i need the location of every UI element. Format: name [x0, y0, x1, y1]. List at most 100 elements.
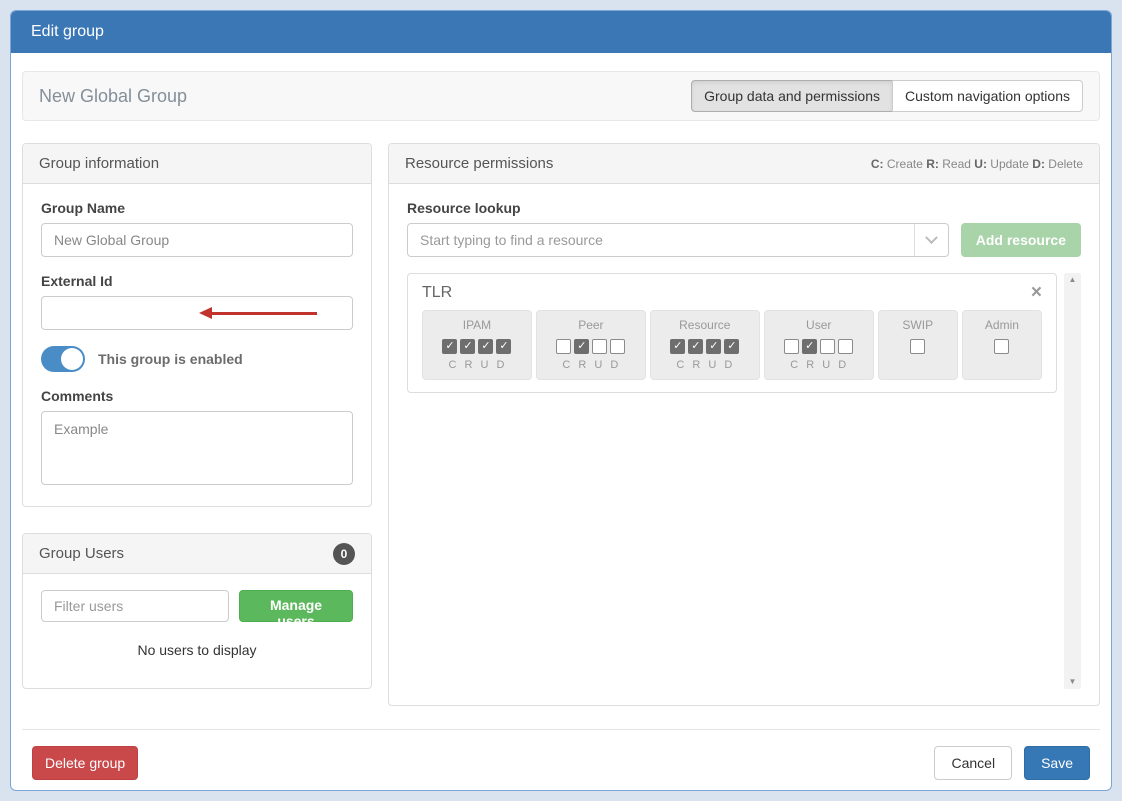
tab-group-data-and-permissions[interactable]: Group data and permissions [691, 80, 893, 112]
permission-group-title: User [806, 318, 832, 332]
resource-card-top: TLR × [422, 283, 1042, 302]
checkbox-checked[interactable]: ✓ [724, 339, 740, 354]
close-icon[interactable]: × [1031, 283, 1042, 302]
resource-cards: TLR × IPAM ✓ ✓ ✓ ✓ C R U D Peer ✓ C R U D Resourc… [407, 273, 1057, 393]
permission-group-title: SWIP [902, 318, 934, 332]
comments-textarea[interactable]: Example [41, 411, 353, 485]
legend-key: R: [922, 156, 939, 171]
checkbox-unchecked[interactable] [556, 339, 572, 354]
save-button[interactable]: Save [1024, 746, 1090, 780]
checkbox-checked[interactable]: ✓ [496, 339, 512, 354]
checkbox-unchecked[interactable] [784, 339, 800, 354]
modal-header: Edit group [11, 11, 1111, 53]
add-resource-button[interactable]: Add resource [960, 223, 1081, 257]
permission-group-peer: Peer ✓ C R U D [535, 310, 646, 380]
resource-lookup-input[interactable] [407, 223, 949, 257]
group-users-controls: Manage users [41, 590, 353, 629]
legend-key: D: [1028, 156, 1045, 171]
no-users-text: No users to display [137, 642, 257, 658]
crud-letters: C R U D [676, 359, 734, 371]
legend-key: C: [870, 156, 884, 171]
enabled-toggle-row: This group is enabled [41, 346, 353, 372]
group-topbar: New Global Group Group data and permissi… [22, 71, 1100, 121]
group-information-body: Group Name External Id [23, 184, 371, 506]
arrow-line [212, 311, 317, 315]
checkbox-unchecked[interactable] [592, 339, 608, 354]
resource-card-title: TLR [422, 283, 453, 301]
resource-permissions-panel: Resource permissions C: Create R: Read U… [388, 143, 1100, 706]
legend-label: Update [986, 156, 1029, 171]
crud-letters: C R U D [448, 359, 506, 371]
group-information-title: Group information [39, 155, 160, 172]
resource-permissions-header: Resource permissions C: Create R: Read U… [389, 144, 1099, 184]
checkbox-checked[interactable]: ✓ [478, 339, 494, 354]
tab-custom-navigation-options[interactable]: Custom navigation options [892, 80, 1083, 112]
scroll-up-icon[interactable]: ▲ [1069, 276, 1077, 284]
group-users-header: Group Users 0 [23, 534, 371, 574]
resource-lookup-row: Add resource [407, 223, 1081, 257]
permission-group-title: Admin [984, 318, 1019, 332]
group-enabled-toggle[interactable] [41, 346, 85, 372]
permission-group-ipam: IPAM ✓ ✓ ✓ ✓ C R U D [422, 310, 532, 380]
group-name-label: Group Name [41, 200, 126, 216]
comments-label: Comments [41, 388, 114, 404]
checkbox-row: ✓ ✓ ✓ ✓ [429, 339, 525, 354]
resource-permissions-body: Resource lookup Add resource TLR × IPAM ✓… [389, 184, 1099, 705]
permission-group-swip: SWIP [877, 310, 958, 380]
legend-label: Create [883, 156, 923, 171]
checkbox-row [969, 339, 1035, 354]
external-id-wrapper [41, 296, 353, 330]
legend-key: U: [970, 156, 987, 171]
checkbox-unchecked[interactable] [910, 339, 926, 354]
permission-group-title: Resource [679, 318, 731, 332]
chevron-down-icon[interactable] [913, 224, 948, 256]
group-information-panel: Group information Group Name External Id [22, 143, 372, 507]
checkbox-unchecked[interactable] [610, 339, 626, 354]
checkbox-row: ✓ [543, 339, 639, 354]
user-count-badge: 0 [333, 542, 355, 565]
manage-users-button[interactable]: Manage users [239, 590, 353, 629]
checkbox-unchecked[interactable] [838, 339, 854, 354]
checkbox-row [885, 339, 951, 354]
resource-card: TLR × IPAM ✓ ✓ ✓ ✓ C R U D Peer ✓ C R U D Resourc… [407, 273, 1057, 393]
legend-label: Delete [1044, 156, 1083, 171]
checkbox-checked[interactable]: ✓ [688, 339, 704, 354]
scroll-down-icon[interactable]: ▼ [1069, 678, 1077, 686]
permissions-legend: C: Create R: Read U: Update D: Delete [871, 157, 1083, 171]
permission-group-resource: Resource ✓ ✓ ✓ ✓ C R U D [649, 310, 760, 380]
modal-title: Edit group [31, 23, 104, 40]
checkbox-row: ✓ ✓ ✓ ✓ [657, 339, 753, 354]
checkbox-row: ✓ [771, 339, 867, 354]
external-id-label: External Id [41, 273, 113, 289]
checkbox-checked[interactable]: ✓ [670, 339, 686, 354]
resource-cards-scroll-area: TLR × IPAM ✓ ✓ ✓ ✓ C R U D Peer ✓ C R U D Resourc… [407, 273, 1081, 689]
group-name-input[interactable] [41, 223, 353, 257]
modal-body: New Global Group Group data and permissi… [11, 53, 1111, 780]
permission-group-user: User ✓ C R U D [763, 310, 874, 380]
group-users-panel: Group Users 0 Manage users No users to d… [22, 533, 372, 689]
permission-groups-row: IPAM ✓ ✓ ✓ ✓ C R U D Peer ✓ C R U D Resource ✓ ✓ ✓ ✓ C… [422, 310, 1042, 380]
left-column: Group information Group Name External Id [22, 143, 372, 706]
delete-group-button[interactable]: Delete group [32, 746, 139, 780]
arrow-head-icon [199, 307, 212, 319]
permission-group-title: Peer [578, 318, 604, 332]
checkbox-checked[interactable]: ✓ [460, 339, 476, 354]
filter-users-input[interactable] [41, 590, 229, 622]
checkbox-unchecked[interactable] [820, 339, 836, 354]
group-users-body: Manage users No users to display [23, 574, 371, 688]
resource-lookup-label: Resource lookup [407, 200, 521, 216]
page-title: New Global Group [39, 85, 188, 106]
modal-footer: Delete group Cancel Save [22, 729, 1100, 780]
checkbox-checked[interactable]: ✓ [706, 339, 722, 354]
tab-group: Group data and permissions Custom naviga… [691, 80, 1083, 112]
toggle-knob [61, 348, 83, 370]
checkbox-checked[interactable]: ✓ [442, 339, 458, 354]
red-arrow-annotation [199, 307, 317, 319]
cancel-button[interactable]: Cancel [934, 746, 1013, 780]
checkbox-checked[interactable]: ✓ [574, 339, 590, 354]
legend-label: Read [938, 156, 971, 171]
scrollbar[interactable]: ▲ ▼ [1064, 273, 1081, 689]
checkbox-checked[interactable]: ✓ [802, 339, 818, 354]
edit-group-modal: Edit group New Global Group Group data a… [10, 10, 1112, 791]
checkbox-unchecked[interactable] [994, 339, 1010, 354]
